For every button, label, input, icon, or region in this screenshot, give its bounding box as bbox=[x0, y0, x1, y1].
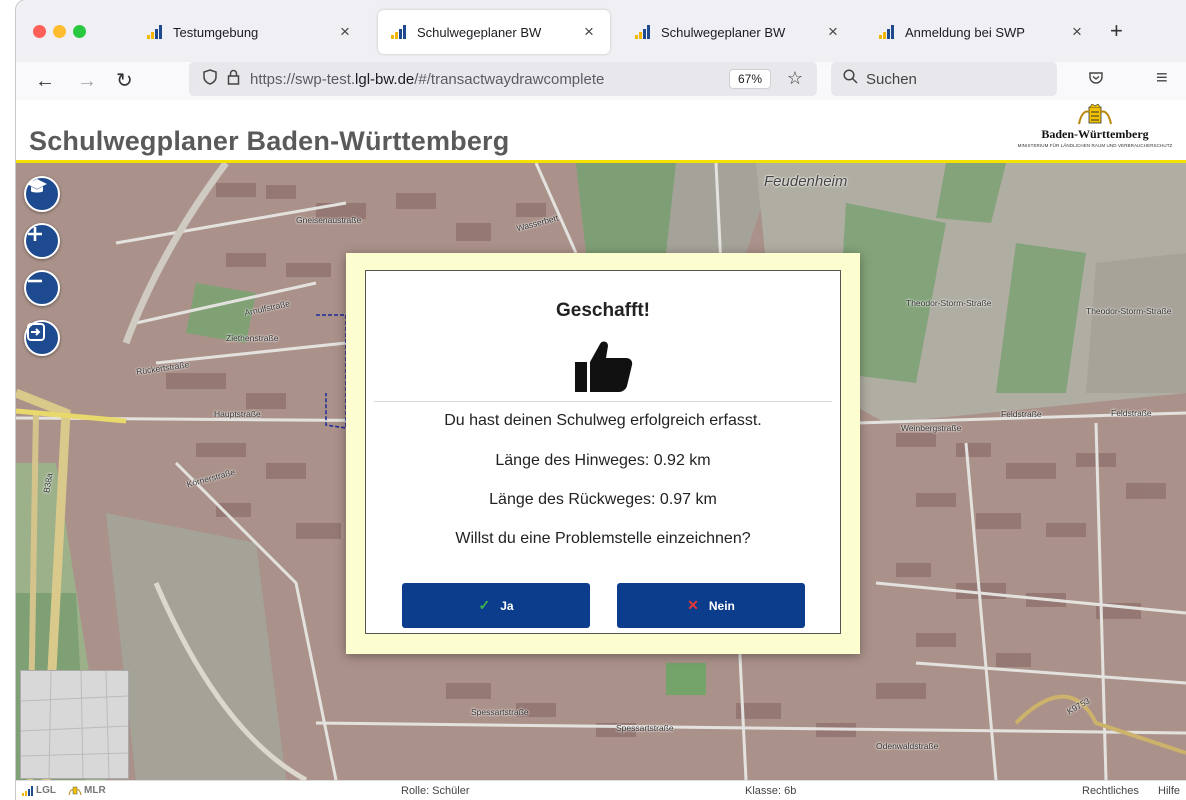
map-street-label: Gneisenaustraße bbox=[296, 215, 362, 225]
bw-ministry-logo: Baden-Württemberg MINISTERIUM FÜR LÄNDLI… bbox=[1006, 104, 1184, 158]
no-button-label: Nein bbox=[708, 598, 735, 613]
tab-bar: Testumgebung × Schulwegeplaner BW × Schu… bbox=[16, 0, 1186, 62]
close-tab-icon[interactable]: × bbox=[824, 22, 842, 42]
tab-title: Schulwegeplaner BW bbox=[417, 24, 542, 40]
tab-testumgebung[interactable]: Testumgebung × bbox=[134, 10, 366, 54]
tab-schulwegeplaner-active[interactable]: Schulwegeplaner BW × bbox=[378, 10, 610, 54]
rueckweg-length: Länge des Rückweges: 0.97 km bbox=[489, 491, 717, 508]
bookmark-star-icon[interactable]: ☆ bbox=[787, 68, 803, 89]
close-icon: ✕ bbox=[687, 597, 699, 613]
swp-favicon-icon bbox=[879, 25, 894, 39]
back-arrow-icon[interactable]: ← bbox=[35, 68, 55, 94]
problem-question: Willst du eine Problemstelle einzeichnen… bbox=[455, 530, 751, 547]
map-street-label: Spessartstraße bbox=[471, 707, 529, 717]
app-header: Schulwegplaner Baden-Württemberg Baden-W… bbox=[16, 100, 1186, 163]
tab-title: Schulwegeplaner BW bbox=[661, 24, 786, 40]
close-tab-icon[interactable]: × bbox=[336, 22, 354, 42]
close-tab-icon[interactable]: × bbox=[1068, 22, 1086, 42]
bw-name: Baden-Württemberg bbox=[1041, 127, 1149, 141]
url-bar[interactable]: https://swp-test.lgl-bw.de/#/transactway… bbox=[189, 62, 817, 96]
map-street-label: Odenwaldstraße bbox=[876, 741, 939, 751]
zoom-level-badge[interactable]: 67% bbox=[728, 69, 771, 89]
dialog-title: Geschafft! bbox=[556, 300, 650, 321]
map-street-label: Hauptstraße bbox=[214, 409, 261, 419]
mlr-logo-text: MLR bbox=[84, 785, 106, 796]
thumbs-up-icon bbox=[575, 341, 633, 392]
hamburger-menu-icon[interactable]: ≡ bbox=[1156, 67, 1168, 90]
map-street-label: Theodor-Storm-Straße bbox=[906, 298, 992, 308]
tab-anmeldung[interactable]: Anmeldung bei SWP × bbox=[866, 10, 1098, 54]
tab-schulwegeplaner[interactable]: Schulwegeplaner BW × bbox=[622, 10, 854, 54]
footer-logos: LGL MLR bbox=[22, 785, 106, 796]
success-message: Du hast deinen Schulweg erfolgreich erfa… bbox=[444, 412, 762, 429]
bw-ministry-name: MINISTERIUM FÜR LÄNDLICHEN RAUM UND VERB… bbox=[1017, 143, 1173, 148]
url-text[interactable]: https://swp-test.lgl-bw.de/#/transactway… bbox=[250, 71, 604, 88]
plus-icon bbox=[28, 227, 42, 241]
reload-icon[interactable]: ↻ bbox=[116, 68, 133, 94]
sign-in-icon bbox=[27, 323, 45, 341]
search-placeholder: Suchen bbox=[866, 70, 917, 88]
new-tab-button[interactable]: + bbox=[1110, 20, 1123, 42]
search-icon bbox=[843, 69, 858, 89]
bw-coat-of-arms-icon bbox=[1078, 104, 1112, 125]
pocket-icon[interactable] bbox=[1088, 70, 1104, 91]
success-dialog: Geschafft! Du hast deinen Schulweg erfol… bbox=[365, 270, 841, 634]
zoom-out-button[interactable] bbox=[24, 270, 60, 306]
swp-favicon-icon bbox=[391, 25, 406, 39]
class-info: Klasse: 6b bbox=[745, 785, 797, 797]
lgl-logo-icon bbox=[22, 785, 33, 796]
tab-title: Anmeldung bei SWP bbox=[905, 24, 1025, 40]
navigation-toolbar: ← → ↻ https://swp-test.lgl-bw.de/#/trans… bbox=[16, 62, 1186, 100]
swp-favicon-icon bbox=[635, 25, 650, 39]
check-icon: ✓ bbox=[478, 597, 491, 613]
no-button[interactable]: ✕ Nein bbox=[617, 583, 805, 628]
forward-arrow-icon[interactable]: → bbox=[77, 68, 97, 94]
minus-icon bbox=[28, 279, 42, 283]
hinweg-length: Länge des Hinweges: 0.92 km bbox=[495, 452, 711, 469]
search-input[interactable]: Suchen bbox=[831, 62, 1057, 96]
close-tab-icon[interactable]: × bbox=[580, 22, 598, 42]
legal-link[interactable]: Rechtliches bbox=[1082, 785, 1139, 797]
map-place-label: Feudenheim bbox=[764, 173, 848, 190]
maximize-window-button[interactable] bbox=[73, 25, 86, 38]
tab-title: Testumgebung bbox=[173, 24, 259, 40]
exit-button[interactable] bbox=[24, 320, 60, 356]
close-window-button[interactable] bbox=[33, 25, 46, 38]
modal-backdrop-frame: Geschafft! Du hast deinen Schulweg erfol… bbox=[346, 253, 860, 654]
browser-window: Testumgebung × Schulwegeplaner BW × Schu… bbox=[16, 0, 1186, 800]
yes-button[interactable]: ✓ Ja bbox=[402, 583, 590, 628]
minimize-window-button[interactable] bbox=[53, 25, 66, 38]
map-street-label: Theodor-Storm-Straße bbox=[1086, 306, 1172, 316]
swp-favicon-icon bbox=[147, 25, 162, 39]
help-link[interactable]: Hilfe bbox=[1158, 785, 1180, 797]
overview-map[interactable] bbox=[20, 670, 129, 779]
app-title: Schulwegplaner Baden-Württemberg bbox=[29, 126, 510, 156]
map-street-label: Ziethenstraße bbox=[226, 333, 279, 343]
map-street-label: Spessartstraße bbox=[616, 723, 674, 733]
role-info: Rolle: Schüler bbox=[401, 785, 470, 797]
footer: LGL MLR Rolle: Schüler Klasse: 6b Rechtl… bbox=[16, 780, 1186, 800]
map-street-label: Feldstraße bbox=[1111, 408, 1152, 418]
zoom-in-button[interactable] bbox=[24, 223, 60, 259]
graduation-cap-icon bbox=[27, 179, 47, 193]
yes-button-label: Ja bbox=[500, 598, 514, 613]
lgl-logo-text: LGL bbox=[36, 785, 56, 796]
shield-icon[interactable] bbox=[203, 69, 217, 89]
mlr-logo-icon bbox=[68, 786, 82, 795]
lock-icon[interactable] bbox=[227, 69, 240, 89]
school-button[interactable] bbox=[24, 176, 60, 212]
dialog-divider bbox=[374, 401, 832, 402]
map-street-label: Feldstraße bbox=[1001, 409, 1042, 419]
map-street-label: Weinbergstraße bbox=[901, 423, 962, 433]
